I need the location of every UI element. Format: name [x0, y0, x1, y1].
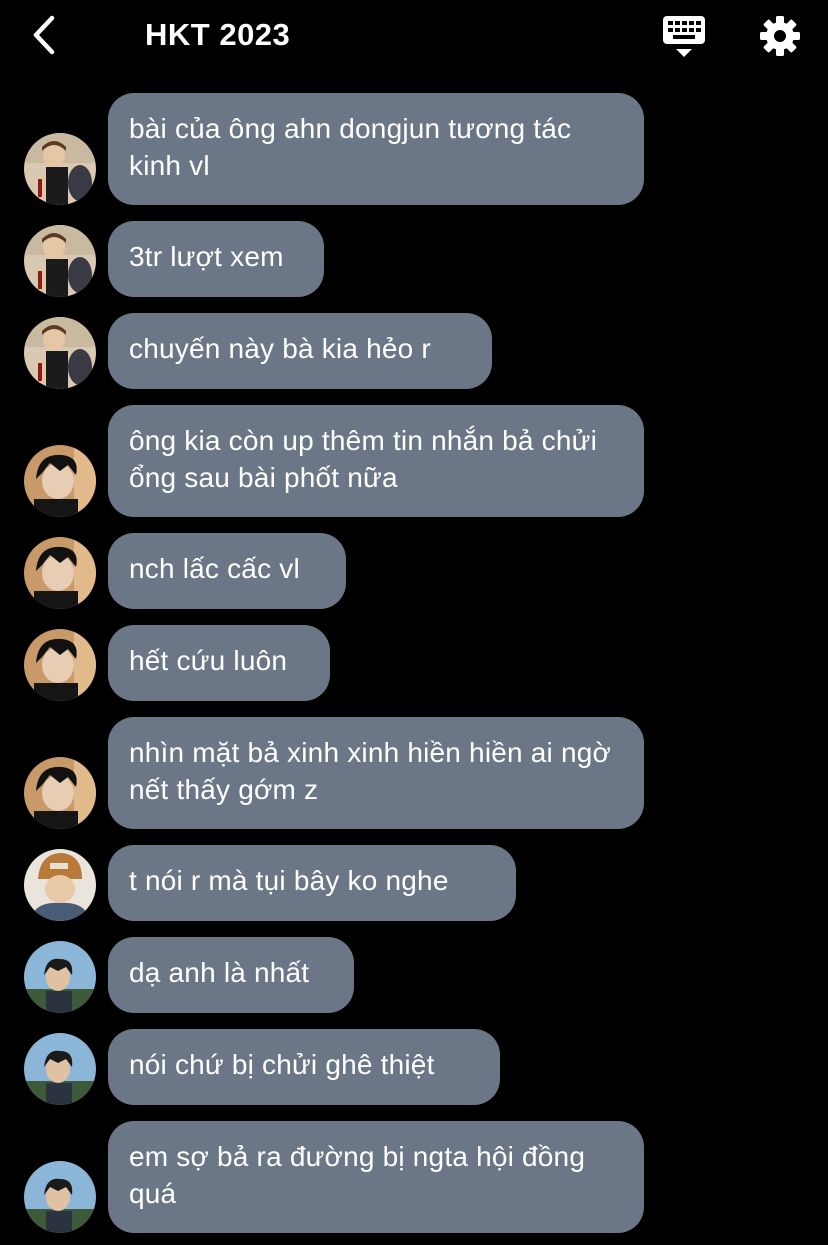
message-bubble[interactable]: t nói r mà tụi bây ko nghe [108, 845, 516, 921]
message-bubble[interactable]: 3tr lượt xem [108, 221, 324, 297]
avatar[interactable] [24, 225, 96, 297]
message-bubble[interactable]: chuyến này bà kia hẻo r [108, 313, 492, 389]
avatar[interactable] [24, 629, 96, 701]
message-bubble[interactable]: ông kia còn up thêm tin nhắn bả chửi ổng… [108, 405, 644, 517]
message-bubble[interactable]: bài của ông ahn dongjun tương tác kinh v… [108, 93, 644, 205]
avatar[interactable] [24, 849, 96, 921]
avatar[interactable] [24, 1033, 96, 1105]
message-bubble[interactable]: nhìn mặt bả xinh xinh hiền hiền ai ngờ n… [108, 717, 644, 829]
avatar[interactable] [24, 537, 96, 609]
message-bubble[interactable]: em sợ bả ra đường bị ngta hội đồng quá [108, 1121, 644, 1233]
message-bubble[interactable]: dạ anh là nhất [108, 937, 354, 1013]
avatar[interactable] [24, 317, 96, 389]
avatar[interactable] [24, 757, 96, 829]
avatar[interactable] [24, 941, 96, 1013]
message-bubble[interactable]: hết cứu luôn [108, 625, 330, 701]
avatar[interactable] [24, 445, 96, 517]
message-list[interactable]: bài của ông ahn dongjun tương tác kinh v… [0, 0, 828, 1245]
avatar[interactable] [24, 133, 96, 205]
avatar[interactable] [24, 1161, 96, 1233]
message-bubble[interactable]: nói chứ bị chửi ghê thiệt [108, 1029, 500, 1105]
message-bubble[interactable]: nch lấc cấc vl [108, 533, 346, 609]
